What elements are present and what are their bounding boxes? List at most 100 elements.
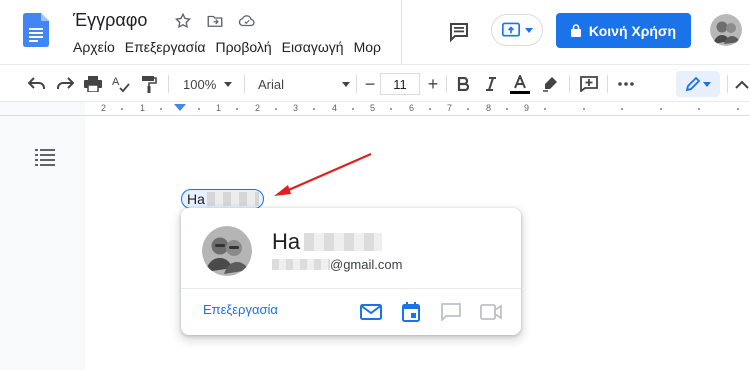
annotation-arrow [274, 152, 372, 196]
ruler-label: 2 [101, 103, 107, 113]
spellcheck-icon[interactable]: A [111, 72, 131, 96]
ruler-tick [467, 108, 469, 110]
italic-icon[interactable] [481, 72, 501, 96]
ruler-label: 3 [293, 103, 299, 113]
video-icon[interactable] [479, 300, 503, 324]
ruler-tick [160, 108, 162, 110]
card-divider [181, 288, 521, 289]
ruler-tick [583, 108, 585, 110]
card-actions [359, 300, 503, 324]
increase-font-size-button[interactable]: + [424, 72, 442, 96]
person-card-popup: Ha @gmail.com Επεξεργασία [181, 208, 521, 335]
ruler-tick [198, 108, 200, 110]
font-value: Arial [258, 76, 285, 92]
chip-name: Ha [187, 191, 205, 207]
lock-icon [570, 24, 581, 37]
ruler-tick [506, 108, 508, 110]
toolbar-divider [356, 75, 357, 93]
email-suffix: @gmail.com [330, 257, 403, 272]
person-email: @gmail.com [272, 257, 402, 272]
bold-icon[interactable] [453, 72, 473, 96]
ruler-tick [313, 108, 315, 110]
ruler-label: 6 [409, 103, 415, 113]
present-icon [502, 22, 520, 37]
ruler-label: 4 [332, 103, 338, 113]
indent-marker[interactable] [174, 104, 186, 111]
toolbar-divider [569, 75, 570, 93]
editing-mode-button[interactable] [676, 71, 720, 97]
ruler-tick [544, 108, 546, 110]
redo-icon[interactable] [55, 72, 75, 96]
calendar-icon[interactable] [399, 300, 423, 324]
ruler-tick [698, 108, 700, 110]
docs-logo-icon[interactable] [23, 13, 49, 47]
mail-icon[interactable] [359, 300, 383, 324]
undo-icon[interactable] [27, 72, 47, 96]
chat-icon[interactable] [439, 300, 463, 324]
chevron-down-icon [342, 81, 350, 87]
person-name-text: Ha [272, 229, 301, 254]
toolbar-divider [607, 75, 608, 93]
ruler-tick [236, 108, 238, 110]
ruler-label: 1 [140, 103, 146, 113]
svg-text:A: A [112, 76, 120, 88]
account-avatar[interactable] [710, 14, 742, 46]
collapse-icon[interactable] [734, 72, 750, 96]
chevron-down-icon [224, 81, 233, 87]
formatting-toolbar: A 100% Arial − 11 + [0, 64, 750, 102]
redacted-text [304, 233, 383, 251]
share-label: Κοινή Χρήση [588, 22, 677, 39]
share-button[interactable]: Κοινή Χρήση [556, 13, 691, 48]
ruler-label: 9 [524, 103, 530, 113]
font-size-input[interactable]: 11 [380, 73, 420, 95]
toolbar-divider [168, 75, 169, 93]
font-select[interactable]: Arial [258, 72, 350, 96]
ruler-label: 7 [447, 103, 453, 113]
edit-chip-link[interactable]: Επεξεργασία [203, 302, 278, 317]
avatar [202, 226, 252, 276]
menu-format[interactable]: Μορ [354, 39, 381, 55]
chevron-down-icon [703, 81, 711, 87]
zoom-select[interactable]: 100% [183, 72, 235, 96]
text-color-icon[interactable] [509, 72, 531, 96]
editing-mode-icon [685, 76, 701, 92]
more-icon[interactable] [616, 72, 636, 96]
move-to-folder-icon[interactable] [205, 11, 225, 31]
menu-insert[interactable]: Εισαγωγή [282, 39, 344, 55]
menu-file[interactable]: Αρχείο [73, 39, 115, 55]
toolbar-divider [446, 75, 447, 93]
redacted-text [206, 192, 259, 206]
outline-icon[interactable] [35, 148, 55, 166]
person-chip[interactable]: Ha [181, 189, 264, 209]
ruler-tick [121, 108, 123, 110]
toolbar-divider [727, 75, 728, 93]
cloud-status-icon[interactable] [237, 11, 257, 31]
ruler-tick [660, 108, 662, 110]
ruler-tick [390, 108, 392, 110]
menu-edit[interactable]: Επεξεργασία [125, 39, 206, 55]
present-button[interactable] [491, 14, 543, 46]
ruler-label: 8 [486, 103, 492, 113]
document-title[interactable]: Έγγραφο [73, 10, 147, 31]
ruler-tick [352, 108, 354, 110]
ruler-tick [621, 108, 623, 110]
person-name: Ha [272, 229, 383, 255]
ruler-label: 2 [255, 103, 261, 113]
ruler-margin [0, 102, 85, 116]
ruler-tick [275, 108, 277, 110]
paint-format-icon[interactable] [139, 72, 159, 96]
menu-view[interactable]: Προβολή [215, 39, 271, 55]
ruler-tick [737, 108, 739, 110]
insert-comment-icon[interactable] [579, 72, 599, 96]
toolbar-divider [244, 75, 245, 93]
ruler-label: 1 [216, 103, 222, 113]
print-icon[interactable] [83, 72, 103, 96]
header-actions: Κοινή Χρήση [401, 0, 750, 64]
star-icon[interactable] [173, 11, 193, 31]
comment-history-icon[interactable] [447, 20, 471, 44]
highlight-icon[interactable] [540, 72, 560, 96]
menu-bar: Αρχείο Επεξεργασία Προβολή Εισαγωγή Μορ [73, 36, 403, 58]
redacted-text [272, 259, 330, 270]
ruler-tick [429, 108, 431, 110]
decrease-font-size-button[interactable]: − [361, 72, 379, 96]
